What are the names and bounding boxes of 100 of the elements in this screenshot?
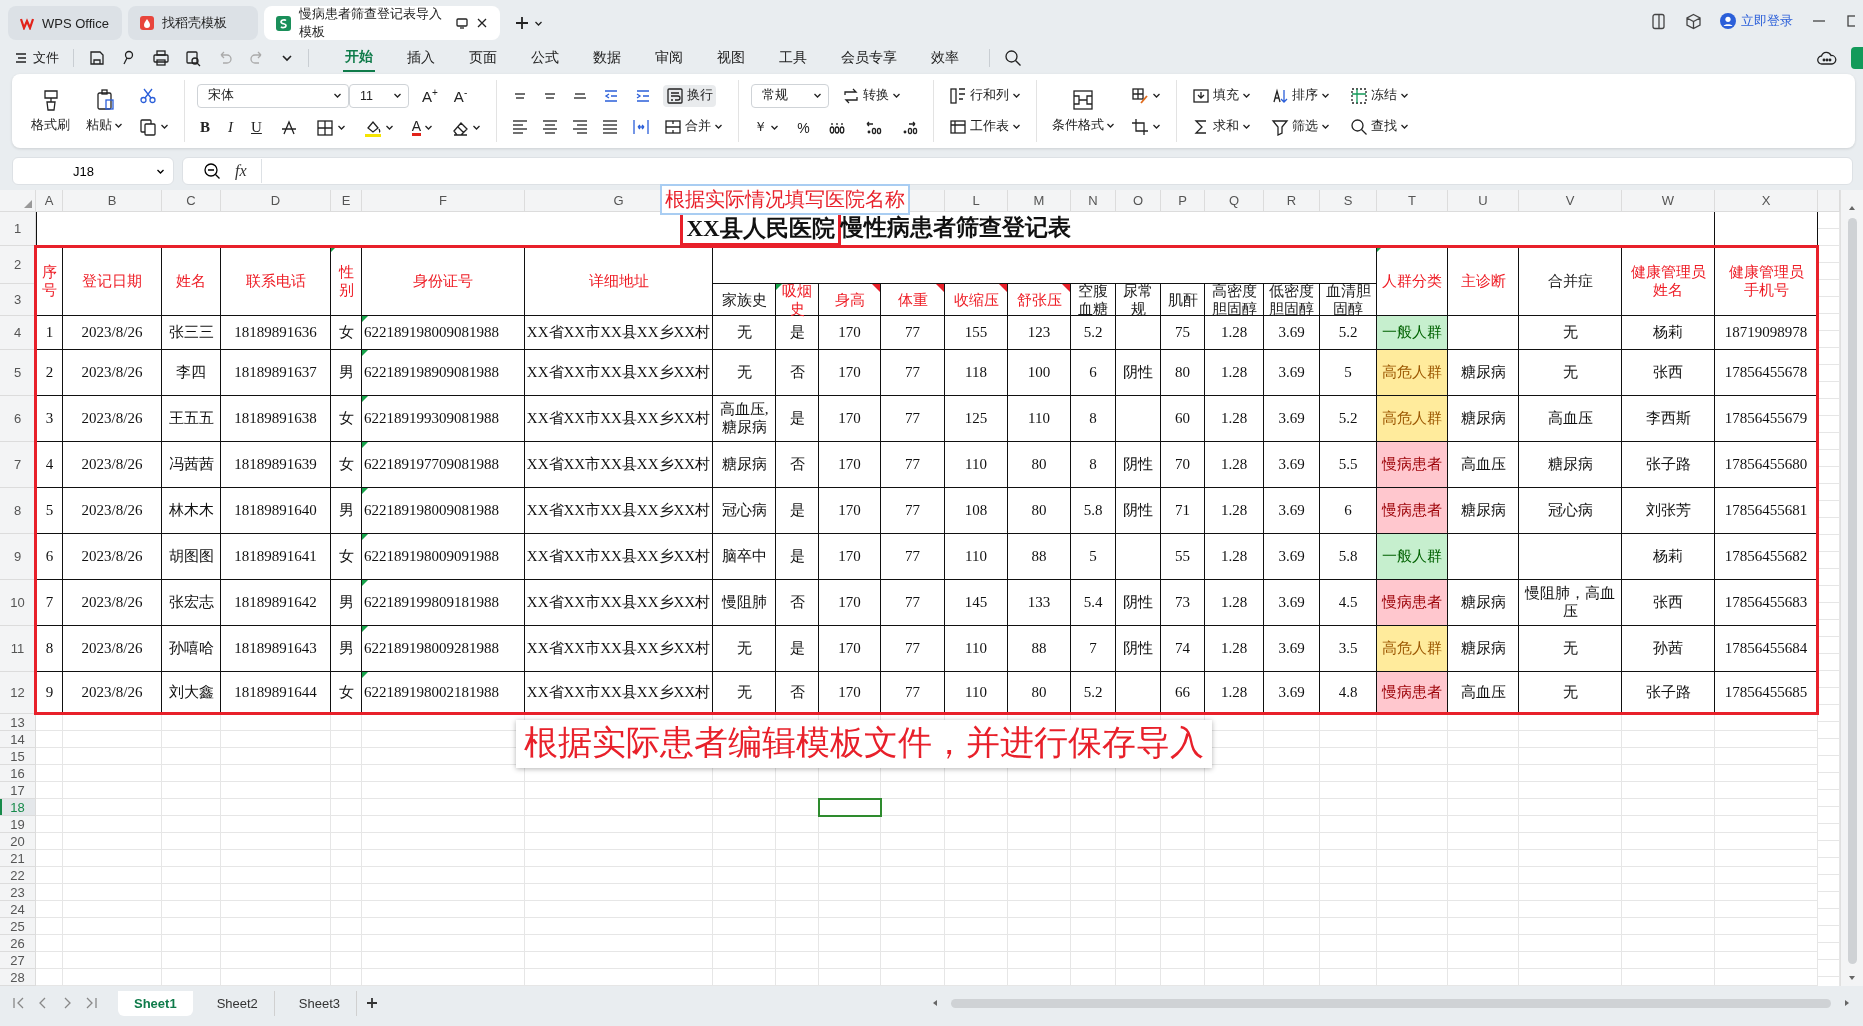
freeze-button[interactable]: 冻结: [1346, 84, 1412, 107]
row-number[interactable]: 27: [0, 952, 36, 969]
column-letter[interactable]: U: [1448, 190, 1519, 212]
row-number[interactable]: 1: [0, 212, 36, 246]
ribbon-tab[interactable]: 插入: [405, 44, 437, 72]
column-letter[interactable]: M: [1008, 190, 1071, 212]
column-letter[interactable]: L: [945, 190, 1008, 212]
table-cell: 622189198009081988: [362, 488, 525, 534]
worksheet-button[interactable]: 工作表: [945, 115, 1024, 138]
column-letter[interactable]: P: [1161, 190, 1205, 212]
ribbon-tab[interactable]: 视图: [715, 44, 747, 72]
table-cell: 否: [776, 350, 819, 396]
sort-button[interactable]: 排序: [1267, 84, 1333, 107]
column-letter[interactable]: F: [362, 190, 525, 212]
column-letter[interactable]: V: [1519, 190, 1622, 212]
column-letter[interactable]: A: [36, 190, 63, 212]
row-number[interactable]: 15: [0, 748, 36, 765]
row-number[interactable]: 2: [0, 246, 36, 284]
font-color-button[interactable]: A: [408, 117, 437, 138]
row-number[interactable]: 19: [0, 816, 36, 833]
number-format-dropdown[interactable]: 常规: [751, 83, 830, 108]
row-number[interactable]: 16: [0, 765, 36, 782]
sheet-tab[interactable]: Sheet1: [118, 990, 193, 1016]
row-number[interactable]: 12: [0, 672, 36, 714]
column-letter[interactable]: X: [1715, 190, 1818, 212]
row-number[interactable]: 13: [0, 714, 36, 731]
grow-font-button[interactable]: A$^{+}$: [419, 84, 441, 107]
conditional-format-button[interactable]: 条件格式: [1048, 86, 1118, 136]
column-letter[interactable]: C: [162, 190, 221, 212]
merge-button[interactable]: 合并: [661, 115, 727, 138]
row-number[interactable]: 5: [0, 350, 36, 396]
table-cell: 女: [331, 534, 362, 580]
column-letter[interactable]: S: [1320, 190, 1377, 212]
row-number[interactable]: 4: [0, 316, 36, 350]
filter-button[interactable]: 筛选: [1267, 115, 1333, 138]
column-letter[interactable]: T: [1377, 190, 1448, 212]
row-number[interactable]: 11: [0, 626, 36, 672]
ribbon-tab[interactable]: 页面: [467, 44, 499, 72]
shrink-font-button[interactable]: A$^{-}$: [450, 84, 471, 107]
percent-button[interactable]: %: [794, 117, 813, 138]
column-letter[interactable]: O: [1116, 190, 1161, 212]
paste-button[interactable]: 粘贴: [83, 86, 126, 136]
ribbon-tab[interactable]: 审阅: [653, 44, 685, 72]
row-number[interactable]: 7: [0, 442, 36, 488]
row-number[interactable]: 23: [0, 884, 36, 901]
table-header-cell: 体重: [881, 284, 945, 316]
column-letter[interactable]: Q: [1205, 190, 1264, 212]
row-number[interactable]: 20: [0, 833, 36, 850]
column-letter[interactable]: B: [63, 190, 162, 212]
row-number[interactable]: 9: [0, 534, 36, 580]
column-letter[interactable]: N: [1071, 190, 1116, 212]
sheet-tab[interactable]: Sheet2: [200, 990, 275, 1016]
row-number[interactable]: 10: [0, 580, 36, 626]
row-number[interactable]: 26: [0, 935, 36, 952]
ribbon-tab[interactable]: 效率: [929, 44, 961, 72]
ribbon-tab[interactable]: 会员专享: [839, 44, 899, 72]
window-tab[interactable]: 找稻壳模板: [128, 6, 258, 40]
format-painter-button[interactable]: 格式刷: [28, 86, 73, 136]
italic-button[interactable]: I: [225, 117, 236, 138]
find-button[interactable]: 查找: [1346, 115, 1412, 138]
bold-button[interactable]: B: [197, 117, 213, 138]
sheet-tab[interactable]: Sheet3: [282, 990, 358, 1016]
ribbon-tab[interactable]: 开始: [343, 44, 375, 72]
underline-button[interactable]: U: [248, 117, 265, 138]
font-name-dropdown[interactable]: 宋体: [197, 83, 349, 108]
table-cell: 2023/8/26: [63, 580, 162, 626]
name-box[interactable]: J18: [12, 157, 174, 185]
row-number[interactable]: 18: [0, 799, 36, 816]
currency-button[interactable]: ￥: [751, 117, 783, 138]
row-number[interactable]: 8: [0, 488, 36, 534]
convert-button[interactable]: 转换: [839, 84, 905, 107]
wrap-text-button[interactable]: 换行: [663, 84, 717, 107]
window-tab[interactable]: 慢病患者筛查登记表导入模板: [264, 6, 500, 40]
row-number[interactable]: 25: [0, 918, 36, 935]
ribbon-tab[interactable]: 公式: [529, 44, 561, 72]
row-number[interactable]: 17: [0, 782, 36, 799]
window-tab[interactable]: WPS Office: [8, 6, 122, 40]
ribbon-tab[interactable]: 工具: [777, 44, 809, 72]
row-number[interactable]: 14: [0, 731, 36, 748]
ribbon-tab[interactable]: 数据: [591, 44, 623, 72]
category-tag: 慢病患者: [1377, 442, 1448, 488]
fill-button[interactable]: 填充: [1188, 84, 1254, 107]
font-size-dropdown[interactable]: 11: [349, 83, 409, 108]
row-number[interactable]: 22: [0, 867, 36, 884]
row-number[interactable]: 24: [0, 901, 36, 918]
formula-bar[interactable]: fx: [182, 157, 1853, 185]
sum-button[interactable]: 求和: [1188, 115, 1254, 138]
column-letter[interactable]: E: [331, 190, 362, 212]
column-letter[interactable]: R: [1264, 190, 1320, 212]
column-letter[interactable]: W: [1622, 190, 1715, 212]
row-number[interactable]: 21: [0, 850, 36, 867]
row-number[interactable]: 28: [0, 969, 36, 986]
login-button[interactable]: 立即登录: [1720, 12, 1793, 30]
row-number[interactable]: 3: [0, 284, 36, 316]
rows-columns-button[interactable]: 行和列: [945, 84, 1024, 107]
row-number[interactable]: 6: [0, 396, 36, 442]
file-menu[interactable]: 文件: [14, 49, 59, 67]
column-letter[interactable]: D: [221, 190, 331, 212]
table-cell: 2023/8/26: [63, 316, 162, 350]
table-cell: 糖尿病: [713, 442, 776, 488]
